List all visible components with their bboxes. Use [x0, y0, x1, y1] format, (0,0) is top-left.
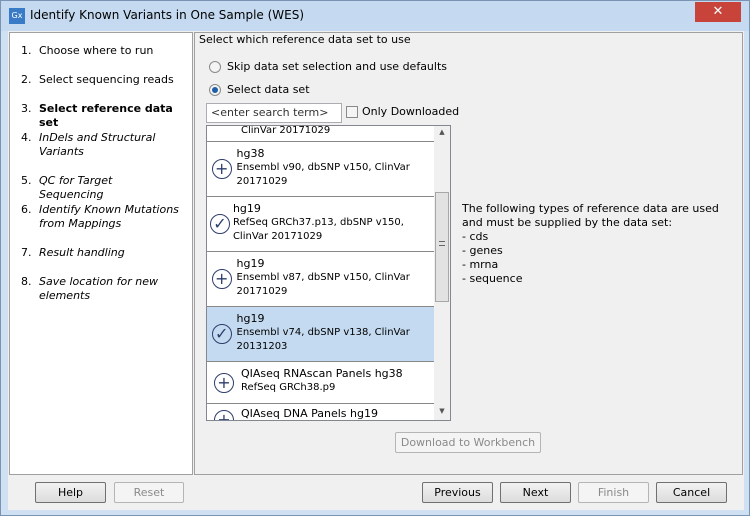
reference-info: The following types of reference data ar…: [462, 202, 722, 286]
item-title: QIAseq RNAscan Panels hg38: [241, 367, 403, 380]
plus-circle-icon[interactable]: +: [214, 372, 234, 393]
checkbox[interactable]: [346, 105, 358, 118]
title-bar: Gx Identify Known Variants in One Sample…: [1, 1, 749, 31]
list-item[interactable]: + QIAseq RNAscan Panels hg38 RefSeq GRCh38…: [207, 362, 434, 404]
step-2: 2. Select sequencing reads: [21, 73, 179, 87]
info-type: - cds: [462, 230, 489, 243]
item-desc: Ensembl v90, dbSNP v150, ClinVar 2017102…: [236, 162, 410, 187]
check-circle-icon: ✓: [209, 214, 230, 234]
list-item[interactable]: + hg38 Ensembl v90, dbSNP v150, ClinVar 20…: [207, 142, 434, 197]
step-label: QC for Target Sequencing: [39, 174, 113, 201]
finish-button[interactable]: Finish: [578, 482, 649, 503]
next-button[interactable]: Next: [500, 482, 571, 503]
plus-circle-icon[interactable]: +: [211, 269, 232, 289]
download-to-workbench-button[interactable]: Download to Workbench: [395, 432, 541, 453]
search-input[interactable]: <enter search term>: [206, 103, 342, 123]
close-button[interactable]: ✕: [695, 2, 741, 22]
scroll-up-arrow-icon[interactable]: ▲: [434, 128, 450, 136]
scrollbar[interactable]: ▲ ▼: [434, 126, 450, 420]
wizard-steps: 1. Choose where to run 2. Select sequencin…: [9, 32, 193, 475]
step-label: InDels and Structural Variants: [39, 131, 156, 158]
only-downloaded-checkbox[interactable]: Only Downloaded: [346, 105, 459, 118]
step-num: 4.: [21, 131, 32, 144]
item-desc: RefSeq GRCh37.p13, dbSNP v150, ClinVar 2…: [232, 217, 404, 242]
reset-button[interactable]: Reset: [114, 482, 184, 503]
step-label: Identify Known Mutations from Mappings: [39, 203, 179, 230]
step-label: Choose where to run: [39, 44, 154, 57]
radio-button[interactable]: [209, 60, 221, 73]
step-label: Result handling: [39, 246, 125, 259]
scrollbar-thumb[interactable]: [435, 192, 449, 302]
scroll-down-arrow-icon[interactable]: ▼: [434, 407, 450, 415]
dialog-window: Gx Identify Known Variants in One Sample…: [0, 0, 750, 516]
info-intro: The following types of reference data ar…: [462, 202, 719, 229]
item-desc: Ensembl v74, dbSNP v138, ClinVar 2013120…: [236, 327, 410, 352]
item-desc: Ensembl v87, dbSNP v150, ClinVar 2017102…: [236, 272, 410, 297]
info-type: - genes: [462, 244, 503, 257]
step-8: 8. Save location for new elements: [21, 275, 179, 303]
step-label: Select reference data set: [39, 102, 173, 129]
plus-circle-icon[interactable]: +: [214, 410, 234, 420]
step-num: 6.: [21, 203, 32, 216]
item-title: hg19: [236, 257, 265, 270]
list-item[interactable]: ClinVar 20171029: [207, 125, 434, 142]
step-num: 2.: [21, 73, 32, 86]
previous-button[interactable]: Previous: [422, 482, 493, 503]
item-title: QIAseq DNA Panels hg19: [241, 407, 378, 420]
list-item[interactable]: ✓ hg19 RefSeq GRCh37.p13, dbSNP v150, Clin…: [207, 197, 434, 252]
radio-label: Select data set: [227, 83, 310, 96]
step-7: 7. Result handling: [21, 246, 179, 260]
step-num: 5.: [21, 174, 32, 187]
item-title: hg19: [236, 312, 265, 325]
list-item-selected[interactable]: ✓ hg19 Ensembl v74, dbSNP v138, ClinVar 20…: [207, 307, 434, 362]
check-circle-icon: ✓: [211, 324, 232, 344]
step-label: Save location for new elements: [39, 275, 158, 302]
radio-select-data-set[interactable]: Select data set: [209, 83, 310, 96]
item-title: hg19: [232, 202, 261, 215]
step-1: 1. Choose where to run: [21, 44, 179, 58]
step-4: 4. InDels and Structural Variants: [21, 131, 179, 159]
info-type: - mrna: [462, 258, 499, 271]
radio-skip[interactable]: Skip data set selection and use defaults: [209, 60, 447, 73]
item-title: hg38: [236, 147, 265, 160]
info-type: - sequence: [462, 272, 523, 285]
list-item[interactable]: + QIAseq DNA Panels hg19: [207, 404, 434, 420]
checkbox-label: Only Downloaded: [362, 105, 460, 118]
cancel-button[interactable]: Cancel: [656, 482, 727, 503]
step-num: 3.: [21, 102, 32, 115]
step-num: 1.: [21, 44, 32, 57]
item-desc: ClinVar 20171029: [241, 125, 331, 136]
step-num: 8.: [21, 275, 32, 288]
list-item[interactable]: + hg19 Ensembl v87, dbSNP v150, ClinVar 20…: [207, 252, 434, 307]
step-label: Select sequencing reads: [39, 73, 174, 86]
radio-label: Skip data set selection and use defaults: [227, 60, 447, 73]
plus-circle-icon[interactable]: +: [211, 159, 232, 179]
app-icon: Gx: [9, 8, 25, 24]
radio-button[interactable]: [209, 83, 221, 96]
help-button[interactable]: Help: [35, 482, 106, 503]
window-title: Identify Known Variants in One Sample (W…: [30, 8, 305, 22]
step-num: 7.: [21, 246, 32, 259]
step-3: 3. Select reference data set: [21, 102, 179, 130]
item-desc: RefSeq GRCh38.p9: [241, 382, 336, 393]
step-6: 6. Identify Known Mutations from Mappings: [21, 203, 179, 231]
section-heading: Select which reference data set to use: [199, 33, 411, 46]
data-set-list: ClinVar 20171029 + hg38 Ensembl v90, dbSNP…: [206, 125, 451, 421]
step-5: 5. QC for Target Sequencing: [21, 174, 179, 202]
